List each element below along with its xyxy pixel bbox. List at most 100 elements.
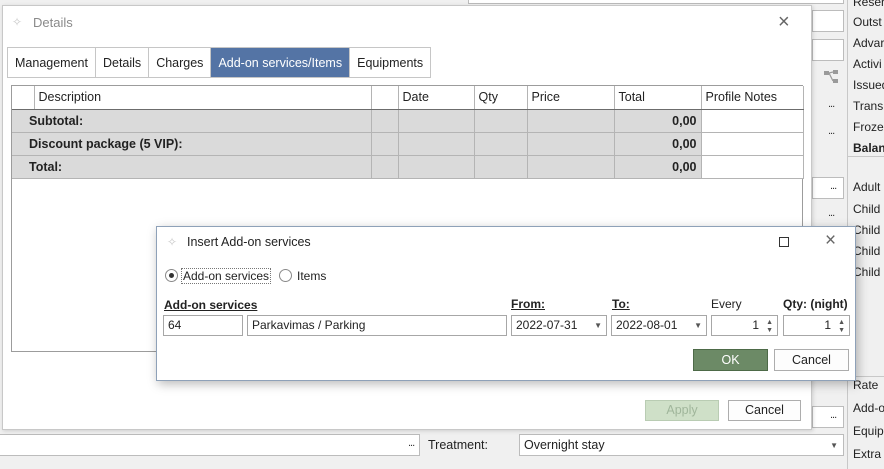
table-cell xyxy=(701,109,804,133)
right-label: Rate xyxy=(853,378,879,392)
dialog-title: Insert Add-on services xyxy=(187,235,311,249)
row-label: Subtotal: xyxy=(12,109,372,133)
treatment-select[interactable]: Overnight stay ▼ xyxy=(519,434,844,456)
addon-services-radio[interactable] xyxy=(165,269,178,282)
table-cell xyxy=(474,155,528,179)
to-date-picker[interactable]: 2022-08-01 ▼ xyxy=(611,315,707,336)
column-header-qty[interactable]: Qty xyxy=(474,86,528,110)
from-date-picker[interactable]: 2022-07-31 ▼ xyxy=(511,315,607,336)
from-label: From: xyxy=(511,297,545,311)
chevron-down-icon: ▼ xyxy=(694,321,702,330)
right-label: Reser xyxy=(853,0,884,9)
hierarchy-icon[interactable] xyxy=(822,68,840,86)
row-label: Total: xyxy=(12,155,372,179)
right-label: Child xyxy=(853,202,881,216)
browse-button[interactable]: ... xyxy=(828,125,835,137)
right-label: Outst xyxy=(853,15,882,29)
to-date-value: 2022-08-01 xyxy=(616,318,678,332)
row-total: 0,00 xyxy=(614,155,702,179)
table-cell xyxy=(371,109,399,133)
column-header-total[interactable]: Total xyxy=(614,86,702,110)
table-cell xyxy=(474,109,528,133)
spin-up-icon[interactable]: ▲ xyxy=(766,319,773,326)
qty-night-stepper[interactable]: 1 ▲ ▼ xyxy=(783,315,850,336)
items-radio-label[interactable]: Items xyxy=(297,269,326,283)
bg-field[interactable] xyxy=(812,39,844,61)
tab-bar: Management Details Charges Add-on servic… xyxy=(7,47,432,78)
browse-button[interactable]: ... xyxy=(408,437,415,449)
row-indicator-header xyxy=(12,86,35,110)
close-icon[interactable]: × xyxy=(778,12,790,32)
row-label: Discount package (5 VIP): xyxy=(12,132,372,156)
table-row[interactable]: Subtotal: 0,00 xyxy=(12,109,804,133)
treatment-value: Overnight stay xyxy=(524,438,605,452)
cancel-button[interactable]: Cancel xyxy=(774,349,849,371)
row-total: 0,00 xyxy=(614,109,702,133)
right-panel-border xyxy=(847,156,884,157)
right-label: Adult xyxy=(853,180,881,194)
close-icon[interactable]: × xyxy=(825,231,836,251)
table-cell xyxy=(371,155,399,179)
table-cell xyxy=(474,132,528,156)
from-date-value: 2022-07-31 xyxy=(516,318,578,332)
right-label: Activi xyxy=(853,57,882,71)
qty-night-label: Qty: (night) xyxy=(783,297,848,311)
app-icon: ✧ xyxy=(12,15,23,29)
column-header-description[interactable]: Description xyxy=(34,86,372,110)
column-header-price[interactable]: Price xyxy=(527,86,615,110)
column-header-date[interactable]: Date xyxy=(398,86,475,110)
right-label: Child xyxy=(853,223,881,237)
table-row[interactable]: Discount package (5 VIP): 0,00 xyxy=(12,132,804,156)
table-cell xyxy=(527,155,615,179)
every-stepper[interactable]: 1 ▲ ▼ xyxy=(711,315,778,336)
every-label: Every xyxy=(711,297,742,311)
tab-equipments[interactable]: Equipments xyxy=(350,48,430,77)
maximize-icon[interactable] xyxy=(779,237,789,247)
right-label: Frozer xyxy=(853,120,884,134)
right-label: Advar xyxy=(853,36,884,50)
table-cell xyxy=(398,155,475,179)
right-label: Child xyxy=(853,244,881,258)
ok-button[interactable]: OK xyxy=(693,349,768,371)
bg-field[interactable] xyxy=(812,10,844,32)
bg-field[interactable] xyxy=(468,0,844,4)
tab-charges[interactable]: Charges xyxy=(149,48,212,77)
bottom-field[interactable] xyxy=(0,434,420,456)
bg-field[interactable] xyxy=(812,406,844,428)
every-value: 1 xyxy=(752,318,759,332)
table-cell xyxy=(701,155,804,179)
right-label: Child xyxy=(853,265,881,279)
column-header-blank[interactable] xyxy=(371,86,399,110)
table-cell xyxy=(398,109,475,133)
table-cell xyxy=(527,109,615,133)
tab-details[interactable]: Details xyxy=(96,48,150,77)
chevron-down-icon: ▼ xyxy=(830,441,838,450)
insert-addon-dialog: ✧ Insert Add-on services × Add-on servic… xyxy=(156,226,856,381)
services-table: Description Date Qty Price Total Profile… xyxy=(12,86,804,179)
right-label: Issued xyxy=(853,78,884,92)
tab-management[interactable]: Management xyxy=(8,48,96,77)
service-name-input[interactable]: Parkavimas / Parking xyxy=(247,315,507,336)
browse-button[interactable]: ... xyxy=(830,180,837,192)
addon-services-label: Add-on services xyxy=(164,298,258,312)
treatment-label: Treatment: xyxy=(428,438,488,452)
table-row[interactable]: Total: 0,00 xyxy=(12,155,804,179)
spin-down-icon[interactable]: ▼ xyxy=(838,327,845,334)
chevron-down-icon: ▼ xyxy=(594,321,602,330)
browse-button[interactable]: ... xyxy=(828,98,835,110)
browse-button[interactable]: ... xyxy=(828,207,835,219)
table-cell xyxy=(701,132,804,156)
column-header-profile-notes[interactable]: Profile Notes xyxy=(701,86,804,110)
right-label: Add-o xyxy=(853,401,884,415)
spin-down-icon[interactable]: ▼ xyxy=(766,327,773,334)
bg-field[interactable] xyxy=(812,177,844,199)
service-code-input[interactable]: 64 xyxy=(163,315,243,336)
addon-services-radio-label[interactable]: Add-on services xyxy=(181,268,272,284)
tab-addon-services[interactable]: Add-on services/Items xyxy=(211,48,351,77)
spin-up-icon[interactable]: ▲ xyxy=(838,319,845,326)
cancel-button[interactable]: Cancel xyxy=(728,400,801,421)
right-label: Balanc xyxy=(853,141,884,155)
items-radio[interactable] xyxy=(279,269,292,282)
apply-button[interactable]: Apply xyxy=(645,400,719,421)
browse-button[interactable]: ... xyxy=(830,409,837,421)
